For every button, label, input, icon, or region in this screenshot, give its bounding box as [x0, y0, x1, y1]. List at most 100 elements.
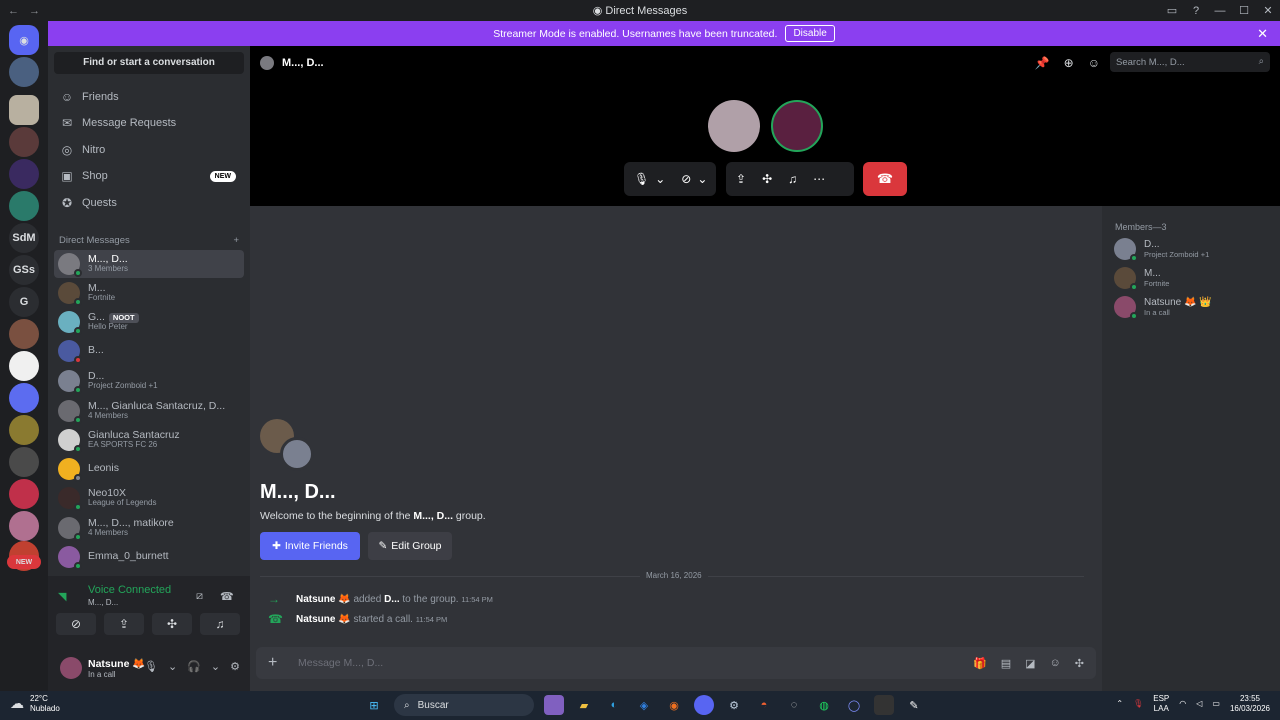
- server-icon[interactable]: [9, 159, 39, 189]
- member-item[interactable]: M... Fortnite: [1114, 267, 1169, 291]
- microphone-icon[interactable]: 🎙: [144, 660, 158, 673]
- screenshare-button[interactable]: ⇪: [104, 613, 144, 635]
- server-icon[interactable]: [9, 95, 39, 125]
- dm-item[interactable]: M..., D... 3 Members: [54, 250, 244, 278]
- activities-icon[interactable]: ✣: [762, 172, 772, 186]
- inbox-icon[interactable]: ▭: [1160, 4, 1184, 17]
- gear-icon[interactable]: ⚙: [230, 660, 240, 673]
- search-input[interactable]: Search M..., D... ⌕: [1110, 52, 1270, 72]
- soundboard-icon[interactable]: ♫: [788, 172, 797, 186]
- dm-item[interactable]: G... NOOT Hello Peter: [54, 308, 244, 336]
- nav-shop[interactable]: ▣ Shop NEW: [54, 163, 244, 189]
- weather-widget[interactable]: ☁ 22°C Nublado: [10, 694, 60, 713]
- steam-icon[interactable]: ⚙: [724, 695, 744, 715]
- emoji-icon[interactable]: ☺: [1050, 657, 1061, 670]
- more-icon[interactable]: ⋯: [813, 172, 825, 186]
- dm-item[interactable]: M..., Gianluca Santacruz, D... 4 Members: [54, 397, 244, 425]
- dm-item[interactable]: Leonis: [54, 455, 244, 483]
- pin-icon[interactable]: 📌: [1035, 56, 1050, 70]
- dm-item[interactable]: B...: [54, 337, 244, 365]
- invite-friends-button[interactable]: ✚ Invite Friends: [260, 532, 360, 560]
- member-item[interactable]: D... Project Zomboid +1: [1114, 238, 1209, 262]
- activities-button[interactable]: ✣: [152, 613, 192, 635]
- dm-item[interactable]: Neo10X League of Legends: [54, 484, 244, 512]
- minimize-button[interactable]: —: [1208, 5, 1232, 17]
- dm-item[interactable]: M... Fortnite: [54, 279, 244, 307]
- help-icon[interactable]: ?: [1184, 5, 1208, 17]
- dm-item[interactable]: D... Project Zomboid +1: [54, 367, 244, 395]
- attach-icon[interactable]: +: [268, 654, 298, 672]
- hangup-button[interactable]: ☎: [863, 162, 907, 196]
- message-input[interactable]: Message M..., D...: [298, 657, 973, 669]
- headphones-icon[interactable]: 🎧: [187, 660, 201, 673]
- maximize-button[interactable]: ☐: [1232, 4, 1256, 17]
- language-indicator[interactable]: ESP LAA: [1153, 694, 1169, 713]
- server-icon[interactable]: [9, 447, 39, 477]
- dm-item[interactable]: Emma_0_burnett: [54, 543, 244, 571]
- discord-icon[interactable]: [694, 695, 714, 715]
- server-icon[interactable]: [9, 319, 39, 349]
- chevron-down-icon[interactable]: ⌄: [697, 172, 707, 186]
- chevron-up-icon[interactable]: ⌃: [1116, 699, 1123, 708]
- gift-icon[interactable]: 🎁: [973, 657, 987, 670]
- taskbar-search[interactable]: ⌕ Buscar: [394, 694, 534, 716]
- camera-off-icon[interactable]: ⊘: [681, 172, 691, 186]
- server-icon[interactable]: [9, 191, 39, 221]
- message-composer[interactable]: + Message M..., D... 🎁 ▤ ◪ ☺ ✣: [256, 647, 1096, 679]
- epic-games-icon[interactable]: [874, 695, 894, 715]
- participant-avatar[interactable]: [771, 100, 823, 152]
- chevron-down-icon[interactable]: ⌄: [211, 660, 220, 673]
- mic-control[interactable]: 🎙 ⌄ ⊘ ⌄: [624, 162, 716, 196]
- avatar[interactable]: [60, 657, 82, 679]
- battery-icon[interactable]: ▭: [1212, 699, 1220, 708]
- server-icon[interactable]: [9, 127, 39, 157]
- disconnect-icon[interactable]: ☎: [220, 590, 234, 603]
- start-button[interactable]: ⊞: [364, 695, 384, 715]
- chevron-down-icon[interactable]: ⌄: [655, 172, 665, 186]
- edge-icon[interactable]: ◐: [604, 695, 624, 715]
- member-item[interactable]: Natsune 🦊 👑 In a call: [1114, 296, 1212, 320]
- add-member-icon[interactable]: ⊕: [1064, 56, 1074, 70]
- home-button[interactable]: ◉: [9, 25, 39, 55]
- close-icon[interactable]: ✕: [1257, 26, 1268, 42]
- nav-message-requests[interactable]: ✉ Message Requests: [54, 110, 244, 136]
- soundboard-button[interactable]: ♫: [200, 613, 240, 635]
- server-icon[interactable]: [9, 57, 39, 87]
- outlook-icon[interactable]: ◈: [634, 695, 654, 715]
- server-gss[interactable]: GSs: [9, 255, 39, 285]
- noise-suppression-icon[interactable]: ⧄: [196, 590, 203, 603]
- add-dm-icon[interactable]: +: [233, 235, 239, 246]
- clock[interactable]: 23:55 16/03/2026: [1230, 694, 1270, 713]
- copilot-icon[interactable]: [544, 695, 564, 715]
- server-sdm[interactable]: SdM: [9, 223, 39, 253]
- microphone-icon[interactable]: 🎙: [634, 172, 649, 186]
- screenshare-icon[interactable]: ⇪: [736, 172, 746, 186]
- dm-item[interactable]: Gianluca Santacruz EA SPORTS FC 26: [54, 426, 244, 454]
- gif-icon[interactable]: ▤: [1001, 657, 1011, 670]
- ea-icon[interactable]: ◓: [754, 695, 774, 715]
- wifi-icon[interactable]: ◠: [1179, 699, 1186, 708]
- close-button[interactable]: ✕: [1256, 4, 1280, 17]
- nav-friends[interactable]: ☺ Friends: [54, 84, 244, 110]
- app-icon[interactable]: ◌: [784, 695, 804, 715]
- notepad-icon[interactable]: ✎: [904, 695, 924, 715]
- spotify-icon[interactable]: ◍: [814, 695, 834, 715]
- find-conversation-button[interactable]: Find or start a conversation: [54, 52, 244, 74]
- volume-icon[interactable]: ◁: [1196, 699, 1202, 708]
- voice-status[interactable]: Voice Connected: [88, 584, 171, 596]
- nav-quests[interactable]: ✪ Quests: [54, 190, 244, 216]
- app-icon[interactable]: ◯: [844, 695, 864, 715]
- firefox-icon[interactable]: ◉: [664, 695, 684, 715]
- folder-icon[interactable]: ▰: [574, 695, 594, 715]
- members-icon[interactable]: ☺: [1088, 56, 1100, 70]
- participant-avatar[interactable]: [708, 100, 760, 152]
- server-icon[interactable]: [9, 351, 39, 381]
- microphone-icon[interactable]: 🎙: [1133, 699, 1143, 708]
- disable-button[interactable]: Disable: [785, 25, 835, 42]
- server-icon[interactable]: [9, 415, 39, 445]
- server-icon[interactable]: [9, 511, 39, 541]
- server-g[interactable]: G: [9, 287, 39, 317]
- dm-item[interactable]: M..., D..., matikore 4 Members: [54, 514, 244, 542]
- apps-icon[interactable]: ✣: [1075, 657, 1084, 670]
- chevron-down-icon[interactable]: ⌄: [168, 660, 177, 673]
